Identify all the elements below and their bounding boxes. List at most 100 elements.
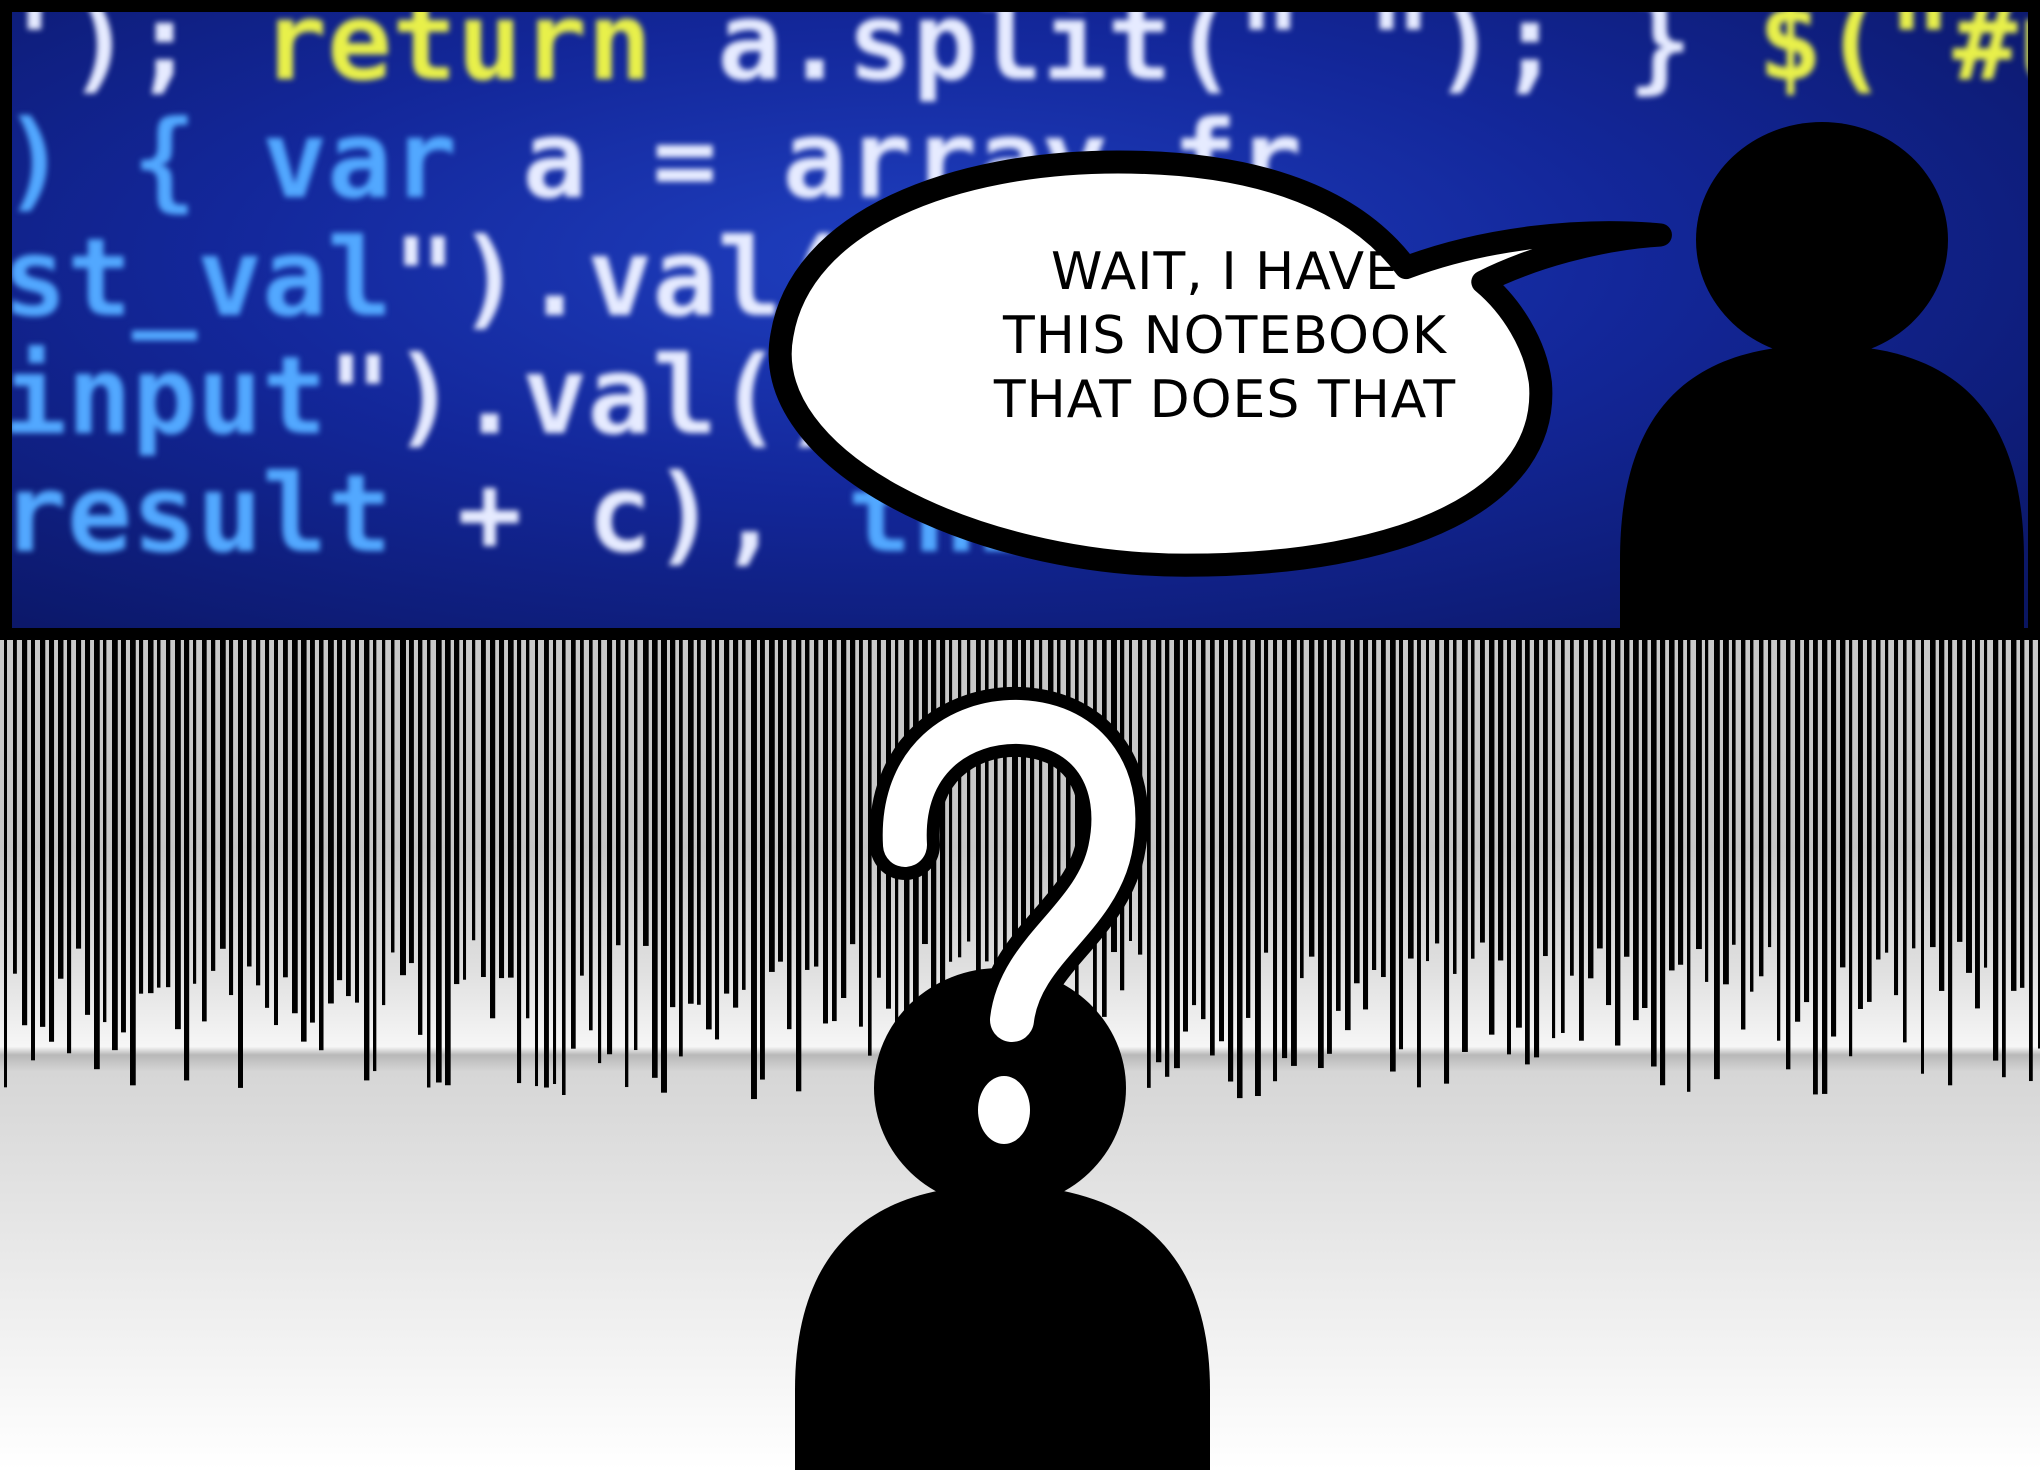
speed-line (1327, 640, 1332, 1054)
speed-line (1543, 640, 1548, 957)
speed-line (1876, 640, 1881, 960)
speed-line (1381, 640, 1386, 978)
code-token: this.tri (847, 452, 1368, 577)
speed-line (1813, 640, 1818, 1095)
speed-line (319, 640, 324, 1051)
speed-line (949, 640, 953, 962)
speed-line (1264, 640, 1269, 953)
speed-line (1579, 640, 1584, 1041)
speed-line (238, 640, 243, 1088)
speed-line (1795, 640, 1801, 1022)
speed-line (1741, 640, 1746, 1030)
speed-line (679, 640, 683, 1057)
speed-line (184, 640, 190, 1081)
speed-line (1129, 640, 1133, 941)
speed-line (1912, 640, 1916, 949)
speed-line (1561, 640, 1565, 1033)
comic-scene: '); return a.split(" "); } $("#unique"))… (0, 0, 2040, 1470)
speed-line (364, 640, 370, 1081)
speed-line (1858, 640, 1863, 1009)
speed-line (13, 640, 17, 974)
speed-line (202, 640, 207, 1022)
speed-line (571, 640, 576, 1049)
speed-line (850, 640, 856, 945)
speed-line (1273, 640, 1278, 1082)
speed-line (1336, 640, 1341, 1011)
speed-line (715, 640, 720, 1040)
speed-line (1120, 640, 1125, 991)
speed-line (445, 640, 451, 1086)
speed-line (967, 640, 971, 942)
speed-line (148, 640, 154, 994)
speed-line (328, 640, 334, 1004)
speed-line (1192, 640, 1197, 1006)
code-token: result (2, 452, 393, 577)
speed-line (337, 640, 343, 981)
speed-line (1624, 640, 1630, 957)
speed-line (1093, 640, 1097, 1044)
speed-line (1354, 640, 1360, 984)
speed-line (1930, 640, 1936, 948)
speed-line (1570, 640, 1574, 976)
speed-line (2029, 640, 2033, 1082)
speed-line (598, 640, 602, 1064)
speed-line (247, 640, 252, 967)
speed-line (994, 640, 998, 1048)
speed-line (1210, 640, 1215, 1056)
speed-line (1993, 640, 1999, 1061)
speed-line (787, 640, 792, 1030)
speed-line (1948, 640, 1953, 1086)
speed-line (103, 640, 107, 1023)
speed-line (1003, 640, 1007, 1014)
speed-line (1984, 640, 1988, 968)
speed-line (724, 640, 730, 994)
speed-line (1768, 640, 1772, 948)
speed-line (1021, 640, 1027, 1064)
speed-line (1012, 640, 1018, 1008)
speed-line (22, 640, 28, 1026)
speed-line (1075, 640, 1079, 1037)
speed-line (472, 640, 476, 941)
speed-line (652, 640, 658, 1078)
speed-line (463, 640, 467, 980)
speed-line (1705, 640, 1709, 982)
speed-line (1921, 640, 1925, 1074)
speed-line (1534, 640, 1540, 1058)
speed-line (274, 640, 278, 1026)
speed-line (1138, 640, 1143, 955)
speed-line (1066, 640, 1071, 960)
speed-line (1228, 640, 1234, 1082)
speed-line (1462, 640, 1468, 1052)
speed-line (1246, 640, 1251, 1018)
speed-line (1390, 640, 1396, 1072)
speed-line (1831, 640, 1837, 1037)
speed-line (553, 640, 557, 1085)
speed-line (1840, 640, 1846, 968)
speed-line (1786, 640, 1791, 1070)
speed-line (1291, 640, 1297, 1066)
speed-line (229, 640, 234, 996)
speed-line (877, 640, 881, 978)
speed-line (400, 640, 406, 976)
speed-line (1975, 640, 1980, 1009)
speed-line (1606, 640, 1612, 1006)
speed-line (733, 640, 739, 1008)
speed-line (1714, 640, 1720, 1080)
speed-line (517, 640, 522, 1084)
speed-line (301, 640, 307, 1042)
speed-line (1174, 640, 1180, 1069)
speed-line (499, 640, 505, 979)
speed-line (841, 640, 847, 998)
speed-line (742, 640, 746, 990)
speed-line (4, 640, 8, 1088)
speed-line (526, 640, 530, 1019)
speed-line (121, 640, 126, 1033)
speed-line (1435, 640, 1440, 944)
speed-line (661, 640, 667, 1093)
speed-line (886, 640, 891, 1009)
speed-line (580, 640, 584, 976)
speed-line (130, 640, 136, 1086)
speed-line (85, 640, 91, 1015)
speed-line (589, 640, 593, 1031)
speed-line (814, 640, 819, 967)
